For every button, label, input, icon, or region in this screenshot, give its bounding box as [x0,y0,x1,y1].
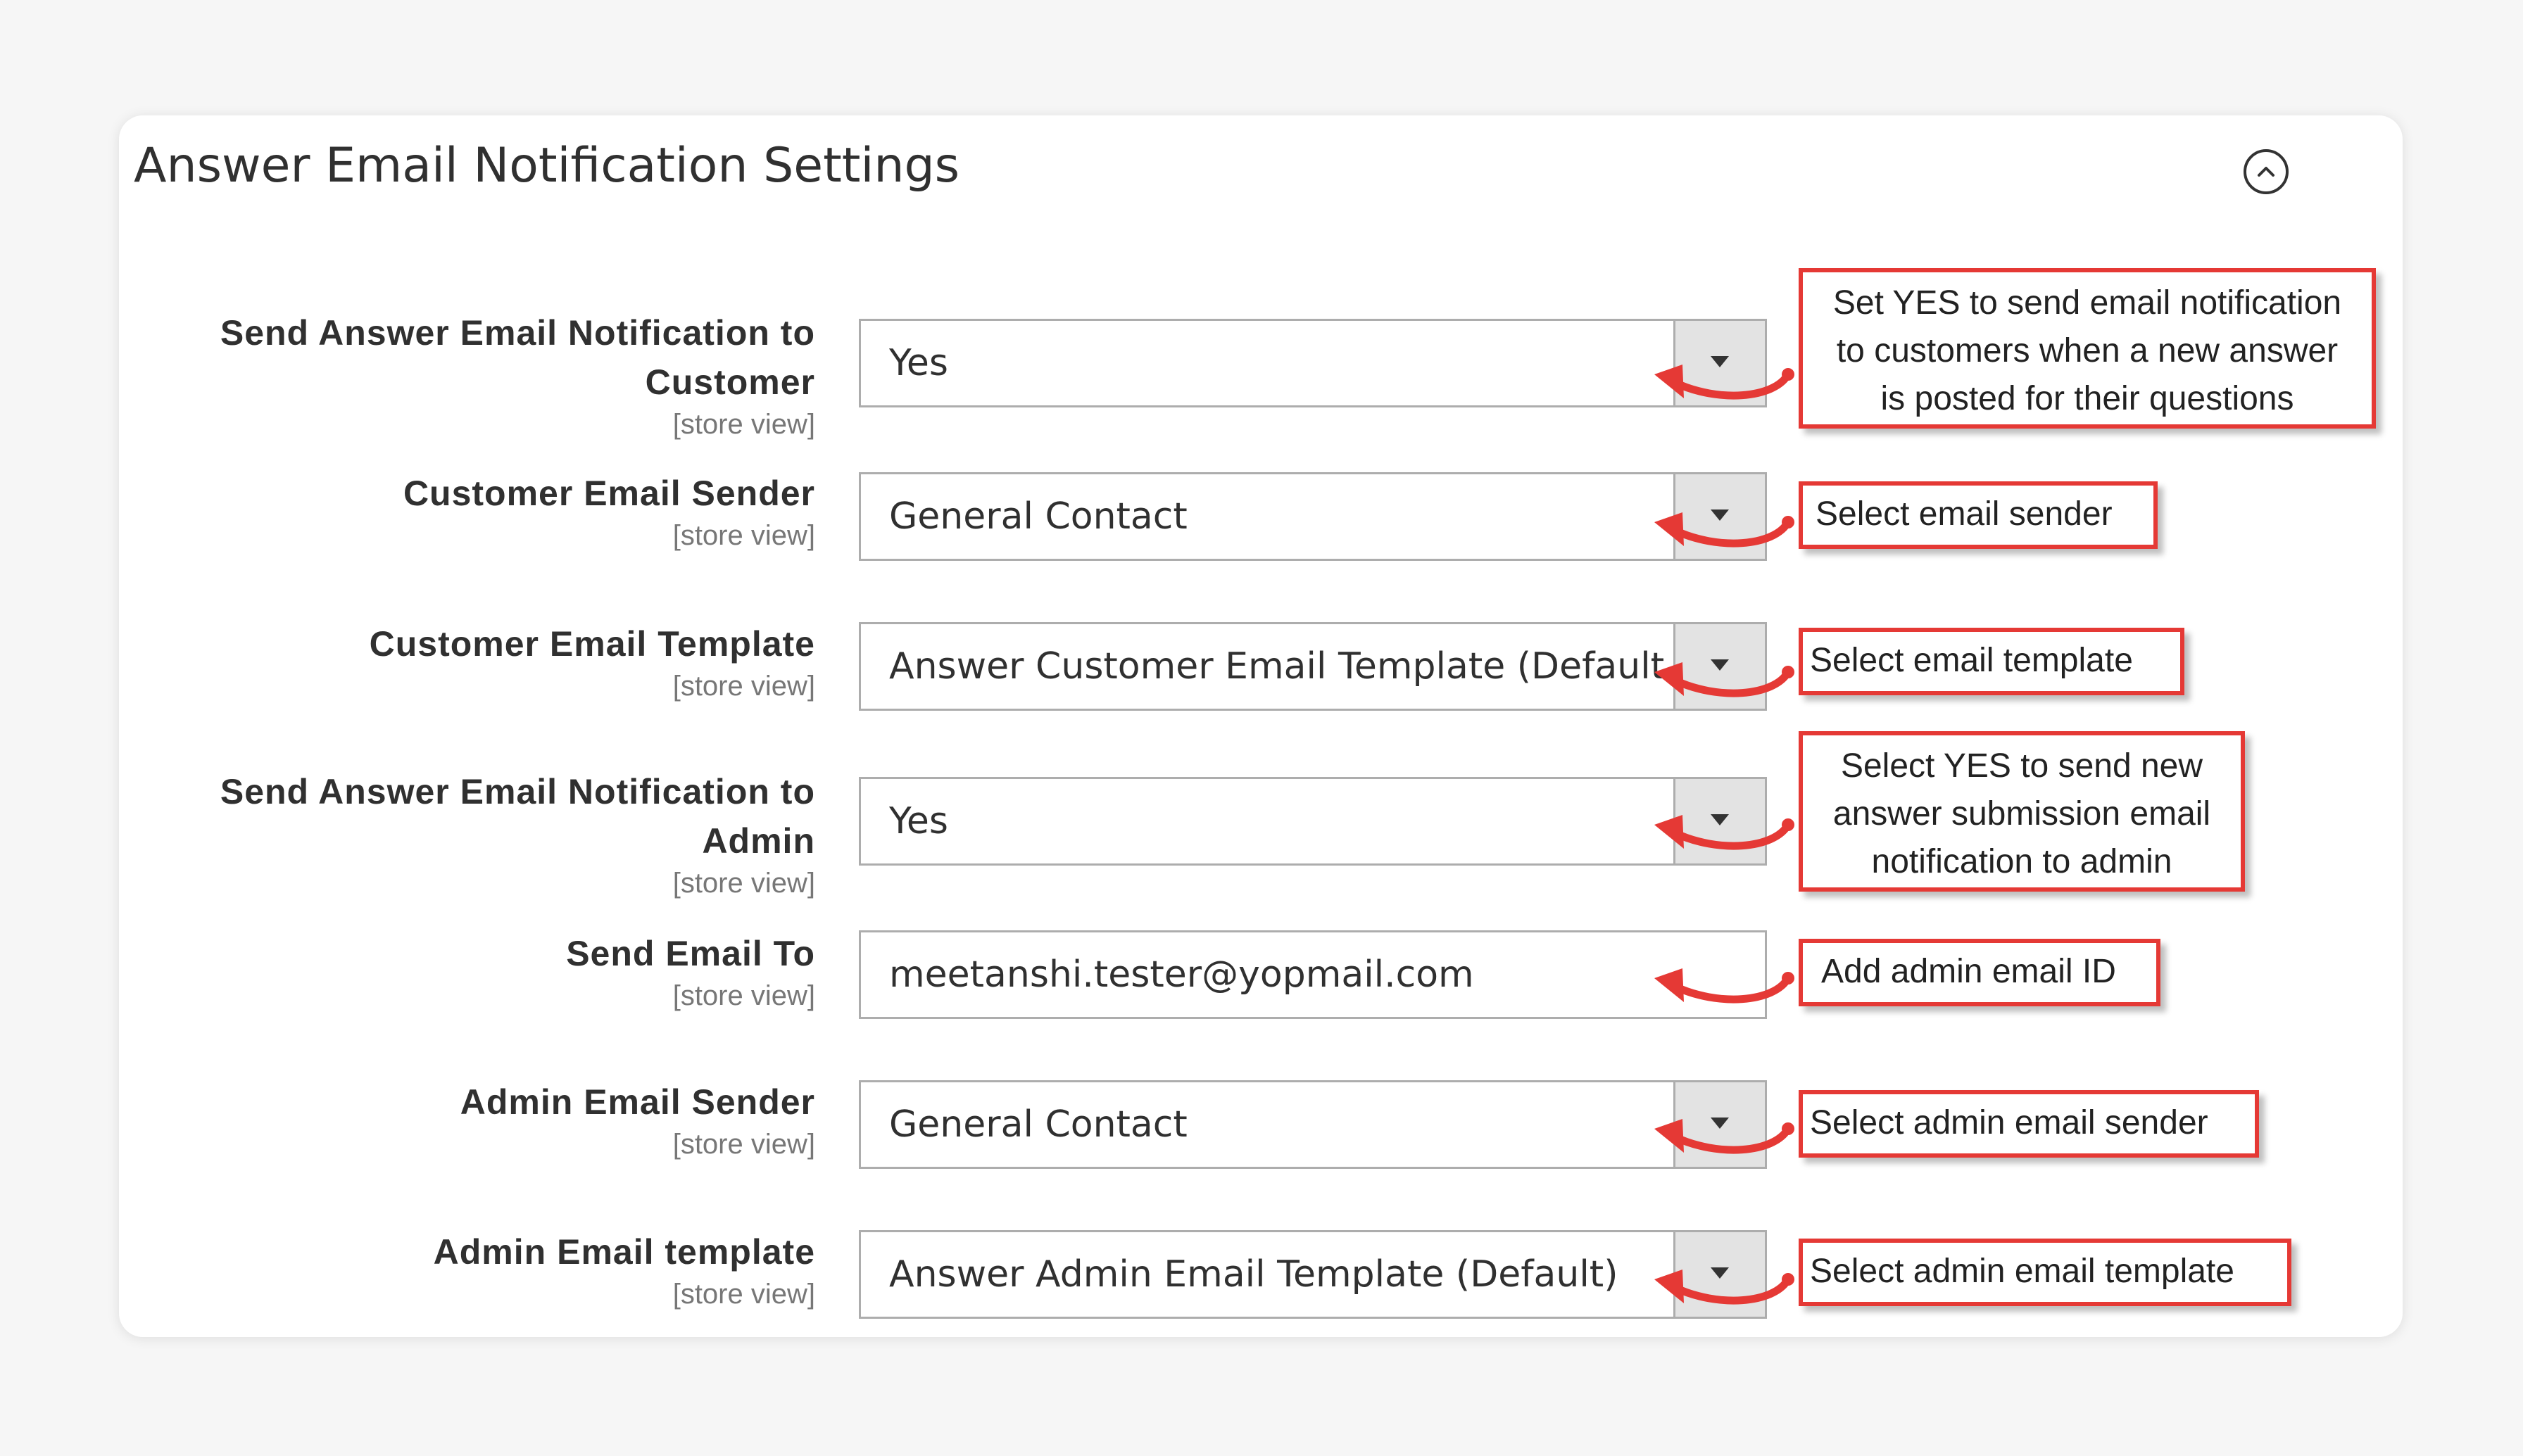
curved-arrow-icon [1654,662,1794,696]
curved-arrow-icon [1654,512,1794,546]
stage: Answer Email Notification Settings Send … [0,0,2523,1456]
curved-arrow-icon [1654,365,1794,398]
curved-arrow-icon [1654,1270,1794,1303]
curved-arrow-icon [1654,968,1794,1002]
curved-arrow-icon [1654,1119,1794,1153]
annotation-arrows [0,0,2523,1456]
curved-arrow-icon [1654,815,1794,849]
